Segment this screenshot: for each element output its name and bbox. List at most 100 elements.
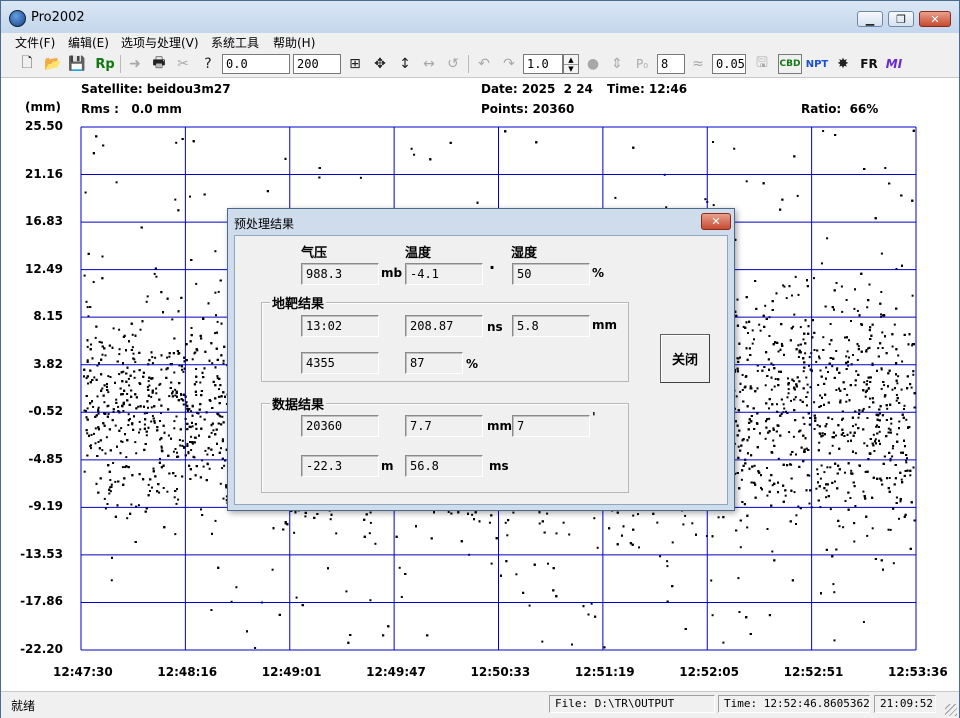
- scatter-point: [150, 406, 153, 409]
- scatter-point: [195, 380, 198, 383]
- scatter-point: [168, 355, 171, 358]
- undo-icon[interactable]: ↶: [474, 54, 494, 74]
- npt-icon[interactable]: NPT: [806, 54, 829, 74]
- scatter-point: [128, 384, 131, 387]
- scatter-point: [115, 181, 118, 184]
- scatter-point: [666, 560, 669, 563]
- scatter-point: [806, 391, 809, 394]
- scatter-point: [749, 385, 752, 388]
- scatter-point: [846, 350, 849, 353]
- scatter-point: [110, 579, 113, 582]
- new-file-icon[interactable]: 🗋: [17, 54, 37, 74]
- scatter-point: [737, 445, 740, 448]
- scatter-point: [817, 384, 820, 386]
- scatter-point: [218, 388, 220, 391]
- scatter-point: [853, 307, 856, 310]
- scatter-point: [145, 434, 148, 437]
- redo-icon[interactable]: ↷: [499, 54, 519, 74]
- vertical-arrows-icon[interactable]: ↕: [395, 54, 415, 74]
- open-folder-icon[interactable]: 📂: [43, 54, 63, 74]
- cbd-icon[interactable]: CBD: [778, 54, 802, 74]
- toolbar-field-order[interactable]: 8: [657, 54, 685, 74]
- scatter-point: [844, 471, 846, 474]
- scatter-point: [895, 496, 898, 499]
- scatter-point: [802, 416, 805, 419]
- tilde-icon[interactable]: ≈: [688, 54, 708, 74]
- scale-spinner[interactable]: ▲ ▼: [563, 54, 579, 74]
- scatter-point: [816, 468, 819, 471]
- scatter-point: [214, 291, 217, 294]
- blob-icon[interactable]: ✸: [833, 54, 853, 74]
- updown-icon[interactable]: ⇕: [607, 54, 627, 74]
- scatter-point: [797, 344, 800, 347]
- scatter-point: [691, 522, 694, 525]
- toolbar-field-scale[interactable]: 1.0: [523, 54, 563, 74]
- zoom-grid-icon[interactable]: ⊞: [345, 54, 365, 74]
- scatter-point: [210, 609, 213, 611]
- scatter-point: [112, 462, 115, 464]
- rp-button[interactable]: Rp: [93, 54, 117, 74]
- scatter-point: [175, 415, 178, 418]
- scatter-point: [790, 399, 792, 402]
- scatter-point: [737, 577, 740, 580]
- arrow-right-icon[interactable]: ➜: [125, 54, 145, 74]
- scatter-point: [212, 429, 215, 432]
- minimize-button[interactable]: ▁: [857, 11, 883, 27]
- scatter-point: [866, 444, 869, 447]
- scatter-point: [871, 527, 874, 530]
- toolbar-field-width[interactable]: 200: [293, 54, 341, 74]
- menu-tools[interactable]: 系统工具: [211, 34, 259, 51]
- scatter-point: [175, 141, 178, 144]
- spin-down-icon[interactable]: ▼: [564, 64, 578, 73]
- scatter-point: [804, 352, 807, 355]
- dot-icon[interactable]: ●: [583, 54, 603, 74]
- scatter-point: [905, 461, 908, 464]
- disk-icon[interactable]: 🖫: [752, 54, 772, 74]
- scatter-point: [759, 329, 762, 332]
- rotate-icon[interactable]: ↺: [443, 54, 463, 74]
- scatter-point: [825, 423, 828, 425]
- scatter-point: [835, 389, 838, 391]
- scatter-point: [888, 477, 891, 479]
- scatter-point: [853, 540, 856, 543]
- menu-edit[interactable]: 编辑(E): [68, 34, 109, 51]
- scatter-point: [717, 516, 720, 519]
- scatter-point: [398, 566, 401, 569]
- scatter-point: [656, 521, 659, 524]
- scatter-point: [130, 503, 133, 506]
- save-icon[interactable]: 💾: [67, 54, 87, 74]
- scatter-point: [684, 514, 687, 517]
- toolbar-field-step[interactable]: 0.05: [712, 54, 746, 74]
- p0-icon[interactable]: P₀: [632, 54, 652, 74]
- scatter-point: [881, 331, 884, 334]
- toolbar-separator: [120, 55, 121, 73]
- scatter-point: [869, 397, 871, 400]
- scatter-point: [866, 306, 869, 309]
- scatter-point: [833, 639, 836, 642]
- maximize-button[interactable]: ❐: [888, 11, 914, 27]
- scatter-point: [659, 555, 662, 558]
- scatter-point: [92, 405, 95, 408]
- scatter-point: [835, 434, 837, 437]
- help-icon[interactable]: ?: [198, 54, 218, 74]
- horizontal-arrows-icon[interactable]: ↔: [419, 54, 439, 74]
- menu-options[interactable]: 选项与处理(V): [121, 34, 199, 51]
- scatter-point: [864, 470, 867, 473]
- scatter-point: [108, 492, 111, 495]
- scatter-point: [872, 433, 875, 436]
- scatter-point: [886, 407, 889, 410]
- menu-help[interactable]: 帮助(H): [273, 34, 315, 51]
- scatter-point: [906, 457, 908, 460]
- scatter-point: [758, 323, 761, 326]
- scatter-point: [787, 377, 789, 380]
- scatter-point: [177, 498, 180, 501]
- window-close-button[interactable]: ✕: [919, 11, 951, 27]
- toolbar-field-start[interactable]: 0.0: [222, 54, 290, 74]
- fr-icon[interactable]: FR: [859, 54, 879, 74]
- print-icon[interactable]: 🖶: [149, 54, 169, 74]
- cut-icon[interactable]: ✂: [173, 54, 193, 74]
- menu-file[interactable]: 文件(F): [15, 34, 55, 51]
- mi-icon[interactable]: MI: [884, 54, 904, 74]
- move-icon[interactable]: ✥: [370, 54, 390, 74]
- scatter-point: [808, 356, 811, 359]
